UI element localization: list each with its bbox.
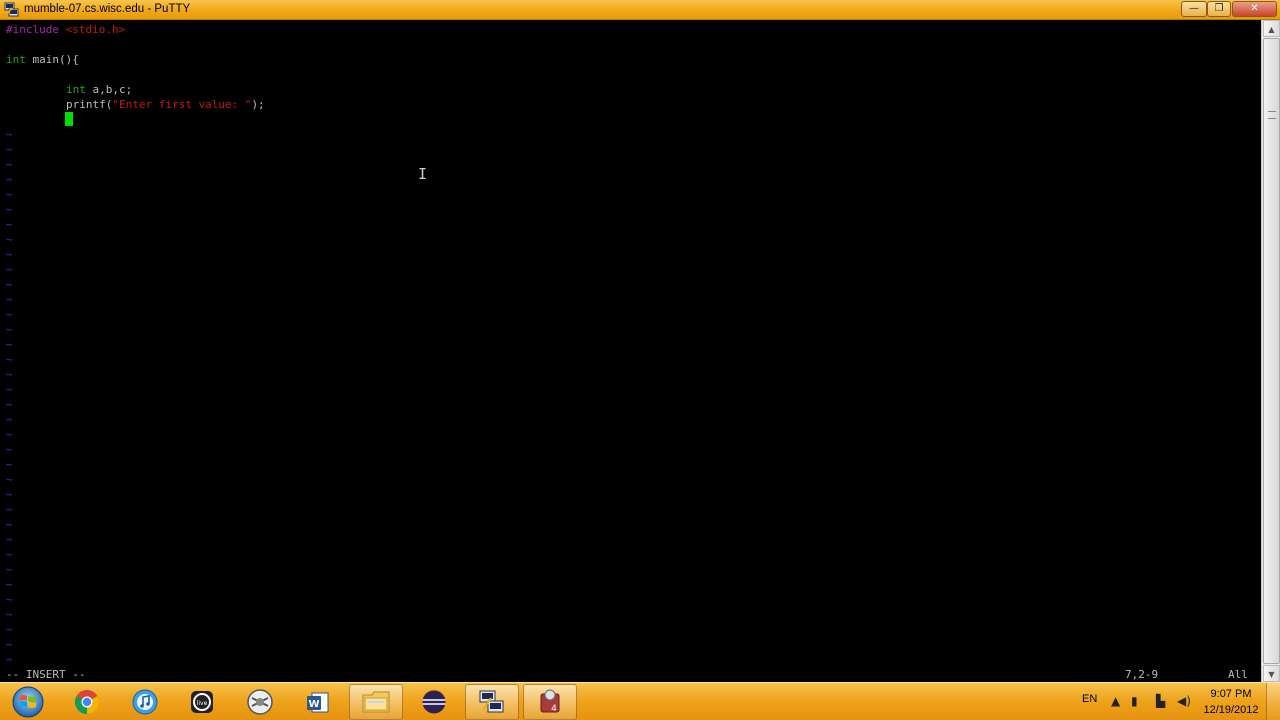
close-button[interactable]: ✕ <box>1232 1 1277 17</box>
file-explorer-icon <box>362 691 390 713</box>
empty-line-tilde: ~ <box>6 203 13 216</box>
itunes-icon <box>132 689 158 715</box>
taskbar-putty[interactable] <box>465 684 519 720</box>
taskbar-itunes[interactable] <box>118 684 172 720</box>
app-badge-count: 4 <box>551 704 557 714</box>
empty-line-tilde: ~ <box>6 533 13 546</box>
printf-call: printf( <box>66 98 113 111</box>
empty-line-tilde: ~ <box>6 383 13 396</box>
grip-icon <box>1268 111 1276 119</box>
show-hidden-icons-icon[interactable]: ▲ <box>1111 694 1120 708</box>
putty-app-icon[interactable] <box>4 2 19 17</box>
empty-line-tilde: ~ <box>6 563 13 576</box>
empty-line-tilde: ~ <box>6 608 13 621</box>
window-title: mumble-07.cs.wisc.edu - PuTTY <box>24 3 191 15</box>
empty-line-tilde: ~ <box>6 263 13 276</box>
windows-logo-icon <box>12 686 44 718</box>
keyword-int: int <box>66 83 86 96</box>
maximize-button[interactable]: ❐ <box>1207 1 1231 17</box>
empty-line-tilde: ~ <box>6 593 13 606</box>
keyword-int: int <box>6 53 26 66</box>
preprocessor-directive: #include <box>6 23 59 36</box>
printf-end: ); <box>251 98 265 111</box>
terminal-screen[interactable]: #include <stdio.h> int main(){ int a,b,c… <box>0 20 1261 682</box>
main-signature: main(){ <box>25 53 79 66</box>
language-indicator[interactable]: EN <box>1082 693 1097 705</box>
scrollbar-thumb[interactable] <box>1263 38 1280 664</box>
uvrive-icon: live <box>191 691 213 713</box>
empty-line-tilde: ~ <box>6 218 13 231</box>
status-mode: -- INSERT -- <box>6 668 86 681</box>
empty-line-tilde: ~ <box>6 473 13 486</box>
empty-line-tilde: ~ <box>6 503 13 516</box>
empty-line-tilde: ~ <box>6 458 13 471</box>
empty-line-tilde: ~ <box>6 278 13 291</box>
header-name: <stdio.h> <box>65 23 126 36</box>
start-button[interactable] <box>5 685 51 719</box>
putty-icon <box>479 690 504 713</box>
svg-text:live: live <box>197 700 208 707</box>
chrome-icon <box>74 690 100 714</box>
code-line-main: int main(){ <box>6 52 79 67</box>
code-line-printf: printf("Enter first value: "); <box>66 97 265 112</box>
empty-line-tilde: ~ <box>6 188 13 201</box>
empty-line-tilde: ~ <box>6 143 13 156</box>
code-line-include: #include <stdio.h> <box>6 22 125 37</box>
clock-time[interactable]: 9:07 PM <box>1200 688 1262 700</box>
app-badge-icon: 4 <box>540 689 560 714</box>
svg-text:W: W <box>308 699 319 710</box>
empty-line-tilde: ~ <box>6 443 13 456</box>
vmware-icon <box>247 689 273 715</box>
word-icon: W <box>307 692 329 713</box>
empty-line-tilde: ~ <box>6 338 13 351</box>
clock-date[interactable]: 12/19/2012 <box>1200 704 1262 716</box>
empty-line-tilde: ~ <box>6 638 13 651</box>
empty-line-tilde: ~ <box>6 413 13 426</box>
taskbar-eclipse[interactable] <box>407 684 461 720</box>
taskbar-chrome[interactable] <box>60 684 114 720</box>
volume-icon[interactable]: ◀) <box>1177 694 1191 708</box>
empty-line-tilde: ~ <box>6 158 13 171</box>
empty-line-tilde: ~ <box>6 653 13 666</box>
taskbar-word[interactable]: W <box>291 684 345 720</box>
empty-line-tilde: ~ <box>6 548 13 561</box>
empty-line-tilde: ~ <box>6 368 13 381</box>
power-icon[interactable]: ▮ <box>1131 694 1138 708</box>
scroll-down-arrow[interactable]: ▼ <box>1263 665 1280 682</box>
empty-line-tilde: ~ <box>6 233 13 246</box>
window-titlebar[interactable]: mumble-07.cs.wisc.edu - PuTTY — ❐ ✕ <box>0 0 1280 20</box>
printf-string: "Enter first value: " <box>112 98 252 111</box>
empty-line-tilde: ~ <box>6 578 13 591</box>
minimize-button[interactable]: — <box>1181 1 1207 17</box>
status-percent: All <box>1228 668 1248 681</box>
taskbar: live W 4 EN ▲ ▮ ▙ ◀) 9:07 PM 12/19/2012 <box>0 682 1280 720</box>
network-icon[interactable]: ▙ <box>1156 694 1165 708</box>
empty-line-tilde: ~ <box>6 173 13 186</box>
empty-line-tilde: ~ <box>6 248 13 261</box>
empty-line-tilde: ~ <box>6 428 13 441</box>
empty-line-tilde: ~ <box>6 623 13 636</box>
empty-line-tilde: ~ <box>6 308 13 321</box>
empty-line-tilde: ~ <box>6 518 13 531</box>
code-line-declare: int a,b,c; <box>66 82 132 97</box>
ibeam-cursor-icon: I <box>418 165 428 183</box>
text-cursor <box>65 112 73 126</box>
taskbar-file-explorer[interactable] <box>349 684 403 720</box>
vertical-scrollbar[interactable]: ▲ ▼ <box>1261 20 1280 682</box>
empty-line-tilde: ~ <box>6 293 13 306</box>
empty-line-tilde: ~ <box>6 488 13 501</box>
empty-line-tilde: ~ <box>6 398 13 411</box>
taskbar-uvrive[interactable]: live <box>175 684 229 720</box>
show-desktop-button[interactable] <box>1266 683 1280 720</box>
taskbar-app-badge[interactable]: 4 <box>523 684 577 720</box>
empty-line-tilde: ~ <box>6 353 13 366</box>
empty-line-tilde: ~ <box>6 323 13 336</box>
variable-list: a,b,c; <box>85 83 133 96</box>
empty-line-tilde: ~ <box>6 128 13 141</box>
taskbar-vmware[interactable] <box>233 684 287 720</box>
eclipse-icon <box>421 689 447 715</box>
scroll-up-arrow[interactable]: ▲ <box>1263 20 1280 37</box>
status-position: 7,2-9 <box>1125 668 1159 681</box>
